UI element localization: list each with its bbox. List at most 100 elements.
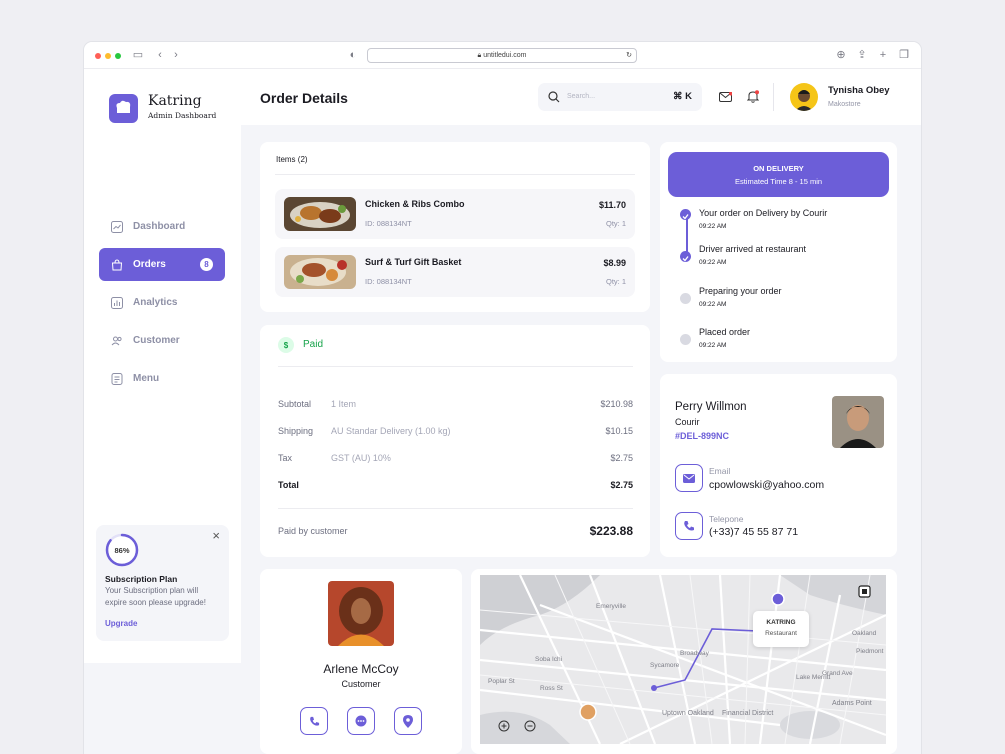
courier-name: Perry Willmon [675,401,747,413]
browser-window: ▭ ‹ › ◐ 🔒︎ untitledui.com ↻ ⊕ ⇪ + ❐ Katr… [84,42,921,754]
customer-photo [328,581,394,646]
phone-icon [309,716,319,726]
brand-subtitle: Admin Dashboard [148,111,217,120]
nav-label: Orders [133,259,166,270]
maximize-window-icon[interactable] [115,53,121,59]
nav-label: Analytics [133,297,178,308]
pending-dot-icon [680,293,691,304]
paid-total: $223.88 [589,524,633,538]
driver-avatar [579,703,597,721]
map-label-financial-district: Financial District [722,710,773,717]
divider [275,174,635,175]
lock-icon: 🔒︎ [477,52,482,59]
minimize-window-icon[interactable] [105,53,111,59]
forward-icon[interactable]: › [170,49,182,61]
row-label: Tax [278,453,293,463]
paid-by-label: Paid by customer [278,526,348,536]
list-item[interactable]: Chicken & Ribs Combo ID: 088134NT $11.70… [275,189,635,239]
items-heading: Items (2) [276,155,308,164]
item-qty: Qty: 1 [605,277,626,286]
item-name: Surf & Turf Gift Basket [365,257,462,267]
map-label-soba-ichi: Soba Ichi [535,656,562,663]
row-label: Shipping [278,426,314,436]
phone-icon[interactable] [675,512,703,540]
row-detail: AU Standar Delivery (1.00 kg) [331,426,451,436]
search-input[interactable]: Search... [567,93,595,100]
analytics-icon [111,296,123,309]
subscription-text-1: Your Subscription plan will [105,586,199,595]
timeline-text: Placed order [699,327,751,337]
search-box[interactable]: Search... ⌘ K [538,83,702,111]
courier-card: Perry Willmon Courir #DEL-899NC Email cp… [660,374,897,557]
bell-icon[interactable] [747,90,759,103]
sidebar-toggle-icon[interactable]: ▭ [132,49,144,61]
map-label-ross-st: Ross St [540,685,563,692]
share-icon[interactable]: ⇪ [856,49,868,61]
courier-role: Courir [675,417,700,427]
courier-email[interactable]: cpowlowski@yahoo.com [709,479,824,491]
close-icon[interactable]: × [212,528,220,543]
row-label: Total [278,480,299,490]
logo-icon [109,94,138,123]
items-card: Items (2) Chicken & Ribs Combo ID: 08813… [260,142,650,312]
timeline-time: 09:22 AM [699,223,727,230]
nav-customer[interactable]: Customer [99,324,225,357]
divider [278,508,633,509]
delivery-status: ON DELIVERY [753,164,804,173]
location-button[interactable] [394,707,422,735]
nav-dashboard[interactable]: Dashboard [99,210,225,243]
mail-icon[interactable] [675,464,703,492]
brand-name: Katring [148,93,202,109]
customer-role: Customer [341,679,381,689]
browser-toolbar: ▭ ‹ › ◐ 🔒︎ untitledui.com ↻ ⊕ ⇪ + ❐ [84,42,921,69]
orders-count-badge: 8 [200,258,213,271]
delivery-card: ON DELIVERY Estimated Time 8 - 15 min Yo… [660,142,897,362]
sidebar: Katring Admin Dashboard Dashboard Orders… [84,69,241,663]
address-bar[interactable]: 🔒︎ untitledui.com ↻ [367,48,637,63]
row-amount: $2.75 [610,480,633,490]
subscription-title: Subscription Plan [105,574,178,584]
download-icon[interactable]: ⊕ [835,49,847,61]
back-icon[interactable]: ‹ [154,49,166,61]
chat-icon [355,715,367,727]
user-role: Makostore [828,101,861,108]
mail-icon[interactable] [719,92,732,102]
new-tab-icon[interactable]: + [877,49,889,61]
map-label-emeryville: Emeryville [596,603,626,610]
call-button[interactable] [300,707,328,735]
delivery-estimate: Estimated Time 8 - 15 min [734,177,823,186]
row-detail: 1 Item [331,399,357,409]
page-title: Order Details [260,90,348,106]
item-id: ID: 088134NT [365,219,412,228]
payment-card: $ Paid Subtotal 1 Item $210.98 Shipping … [260,325,650,557]
item-price: $11.70 [598,200,626,210]
customer-card: Arlene McCoy Customer [260,569,462,754]
tabs-overview-icon[interactable]: ❐ [898,49,910,61]
shield-icon[interactable]: ◐ [347,49,359,61]
customer-name: Arlene McCoy [323,662,399,676]
close-window-icon[interactable] [95,53,101,59]
search-shortcut: ⌘ K [673,91,692,102]
row-detail: GST (AU) 10% [331,453,391,463]
nav-label: Menu [133,373,160,384]
subscription-text-2: expire soon please upgrade! [105,598,206,607]
map-label-uptown-oakland: Uptown Oakland [662,710,714,717]
restaurant-map-pin[interactable]: KATRING Restaurant [753,611,809,647]
nav-orders[interactable]: Orders 8 [99,248,225,281]
chat-button[interactable] [347,707,375,735]
check-icon [680,209,691,220]
avatar[interactable] [790,83,818,111]
location-pin-icon [403,714,413,728]
payment-status: Paid [303,339,324,350]
map-card[interactable]: Emeryville Oakland Piedmont Soba Ichi Up… [471,569,897,754]
courier-photo [832,396,884,448]
nav-menu[interactable]: Menu [99,362,225,395]
courier-phone[interactable]: (+33)7 45 55 87 71 [709,526,798,538]
upgrade-link[interactable]: Upgrade [105,619,137,628]
subscription-card: 86% × Subscription Plan Your Subscriptio… [96,525,229,641]
nav-analytics[interactable]: Analytics [99,286,225,319]
map[interactable]: Emeryville Oakland Piedmont Soba Ichi Up… [480,575,886,744]
reload-icon[interactable]: ↻ [626,49,632,62]
list-item[interactable]: Surf & Turf Gift Basket ID: 088134NT $8.… [275,247,635,297]
menu-icon [111,372,123,385]
